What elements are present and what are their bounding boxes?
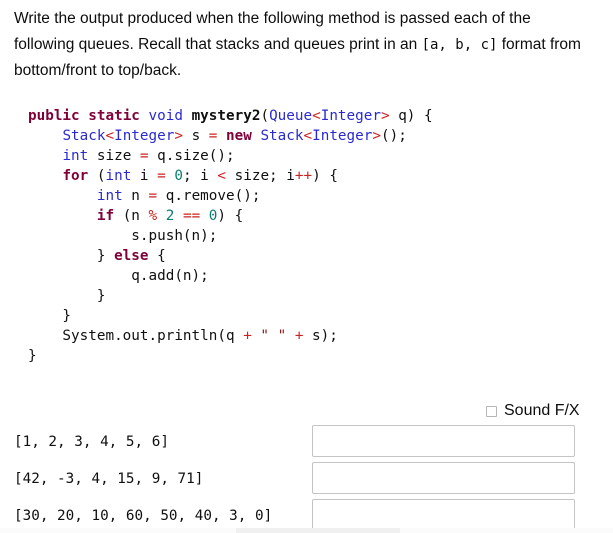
code-token: Integer — [320, 108, 381, 124]
code-token: new — [226, 128, 252, 144]
queue-label: [42, -3, 4, 15, 9, 71] — [14, 471, 204, 487]
code-token: < — [217, 168, 227, 184]
code-line: q.add(n); — [28, 266, 433, 286]
answer-row: [42, -3, 4, 15, 9, 71] — [0, 462, 613, 496]
code-line: } else { — [28, 246, 433, 266]
code-token: } — [28, 348, 37, 364]
code-line: for (int i = 0; i < size; i++) { — [28, 166, 433, 186]
code-token: public — [28, 108, 80, 124]
page-bottom-band-shade — [236, 528, 400, 533]
code-token: > — [380, 108, 390, 124]
code-token: Stack — [62, 128, 106, 144]
queue-label: [1, 2, 3, 4, 5, 6] — [14, 434, 169, 450]
code-token: < — [303, 128, 313, 144]
answer-input[interactable] — [312, 499, 575, 531]
code-token: < — [105, 128, 115, 144]
code-token: { — [148, 248, 166, 264]
code-token: ( — [260, 108, 270, 124]
code-line: public static void mystery2(Queue<Intege… — [28, 106, 433, 126]
code-token: " " — [260, 328, 287, 344]
sound-fx-control[interactable]: Sound F/X — [486, 403, 580, 419]
code-token: s); — [303, 328, 338, 344]
code-token: n — [122, 188, 149, 204]
code-token: static — [88, 108, 140, 124]
code-token: int — [96, 188, 123, 204]
code-token: s — [182, 128, 209, 144]
code-token: s.push(n); — [28, 228, 218, 244]
code-token: ) { — [217, 208, 244, 224]
sound-fx-checkbox[interactable] — [486, 405, 497, 417]
code-line: } — [28, 346, 433, 366]
code-token: size — [88, 148, 140, 164]
code-token: if — [96, 208, 115, 224]
code-token: ++ — [294, 168, 313, 184]
code-token: size; i — [226, 168, 295, 184]
code-token: System.out.println(q — [28, 328, 244, 344]
queue-label: [30, 20, 10, 60, 50, 40, 3, 0] — [14, 508, 273, 524]
code-token: (); — [380, 128, 407, 144]
code-token: = — [157, 168, 166, 184]
code-line: System.out.println(q + " " + s); — [28, 326, 433, 346]
code-token: int — [105, 168, 132, 184]
code-line: } — [28, 306, 433, 326]
code-line: Stack<Integer> s = new Stack<Integer>(); — [28, 126, 433, 146]
code-token: 0 — [174, 168, 183, 184]
code-token: < — [312, 108, 321, 124]
code-token: + — [243, 328, 252, 344]
code-line: s.push(n); — [28, 226, 433, 246]
code-token: ) { — [312, 168, 338, 184]
code-token: Integer — [312, 128, 373, 144]
code-token: > — [372, 128, 381, 144]
code-line: int size = q.size(); — [28, 146, 433, 166]
code-token: Integer — [114, 128, 175, 144]
code-token: void — [148, 108, 183, 124]
code-token: i — [131, 168, 158, 184]
java-code-block: public static void mystery2(Queue<Intege… — [28, 106, 433, 366]
code-token: mystery2 — [191, 108, 261, 124]
question-prompt: Write the output produced when the follo… — [14, 6, 594, 84]
code-token: q.add(n); — [28, 268, 209, 284]
code-token: = — [148, 188, 158, 204]
code-token: ( — [88, 168, 106, 184]
code-token: int — [62, 148, 89, 164]
code-token: ; i — [182, 168, 218, 184]
code-token: q.size(); — [148, 148, 235, 164]
code-token: q) { — [389, 108, 433, 124]
code-line: } — [28, 286, 433, 306]
answer-input[interactable] — [312, 425, 575, 457]
code-token: } — [28, 308, 72, 324]
code-token: } — [28, 288, 106, 304]
sound-fx-label: Sound F/X — [504, 402, 580, 419]
code-token: = — [139, 148, 149, 164]
answer-input[interactable] — [312, 462, 575, 494]
code-token: > — [174, 128, 183, 144]
code-token: for — [62, 168, 89, 184]
code-line: int n = q.remove(); — [28, 186, 433, 206]
code-token: Stack — [260, 128, 304, 144]
code-token: (n — [114, 208, 149, 224]
prompt-format-example: [a, b, c] — [421, 36, 498, 53]
code-token: } — [28, 248, 115, 264]
code-token: Queue — [269, 108, 313, 124]
code-token: == — [182, 208, 201, 224]
code-line: if (n % 2 == 0) { — [28, 206, 433, 226]
code-token: else — [114, 248, 149, 264]
code-token: % — [148, 208, 158, 224]
answer-row: [1, 2, 3, 4, 5, 6] — [0, 425, 613, 459]
code-token: q.remove(); — [157, 188, 261, 204]
